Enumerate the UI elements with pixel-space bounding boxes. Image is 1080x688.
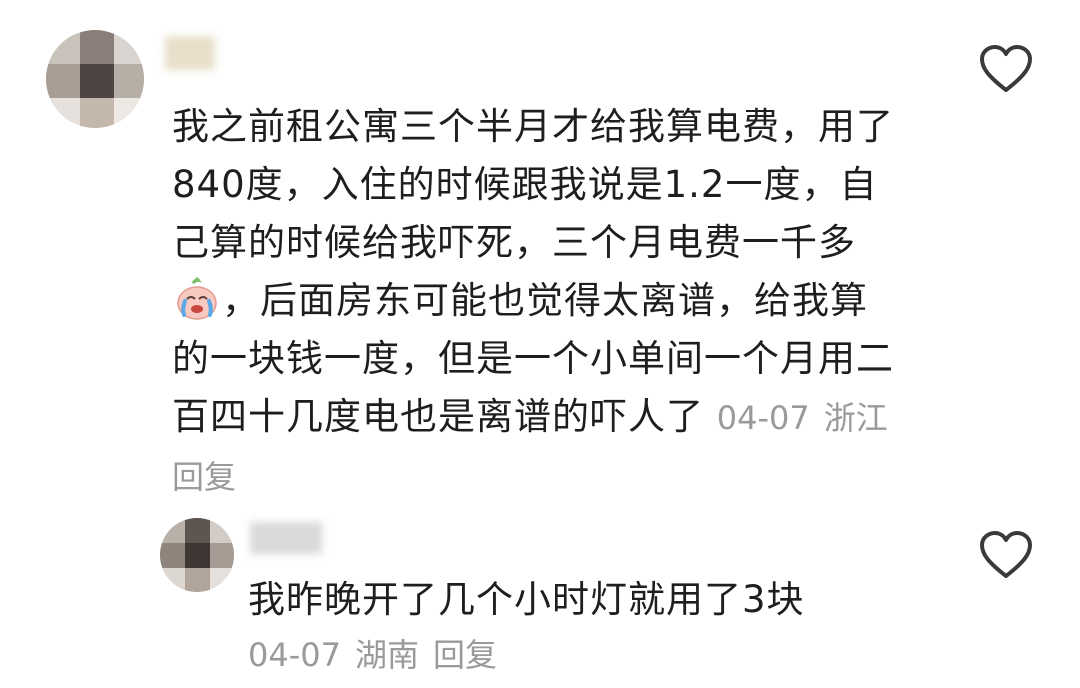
crying-face-emoji — [174, 275, 220, 321]
comment-meta: 04-07 湖南 回复 — [248, 632, 511, 678]
comment-text: 我之前租公寓三个半月才给我算电费，用了840度，入住的时候跟我说是1.2一度，自… — [172, 98, 902, 506]
comment-date: 04-07 — [716, 399, 810, 437]
comment-text-part: 我之前租公寓三个半月才给我算电费，用了840度，入住的时候跟我说是1.2一度，自… — [172, 105, 894, 264]
reply-button[interactable]: 回复 — [433, 636, 497, 674]
comment-location: 浙江 — [823, 399, 888, 437]
comment-text: 我昨晚开了几个小时灯就用了3块 — [248, 578, 805, 621]
username[interactable] — [250, 522, 322, 554]
avatar[interactable] — [46, 30, 144, 128]
username[interactable] — [165, 36, 215, 70]
avatar[interactable] — [160, 518, 234, 592]
heart-outline-icon — [980, 45, 1032, 92]
comment-date: 04-07 — [248, 636, 341, 674]
like-button[interactable] — [978, 44, 1034, 94]
heart-outline-icon — [980, 531, 1032, 578]
like-button[interactable] — [978, 530, 1034, 580]
reply-button[interactable]: 回复 — [172, 458, 236, 496]
comment-location: 湖南 — [354, 636, 419, 674]
